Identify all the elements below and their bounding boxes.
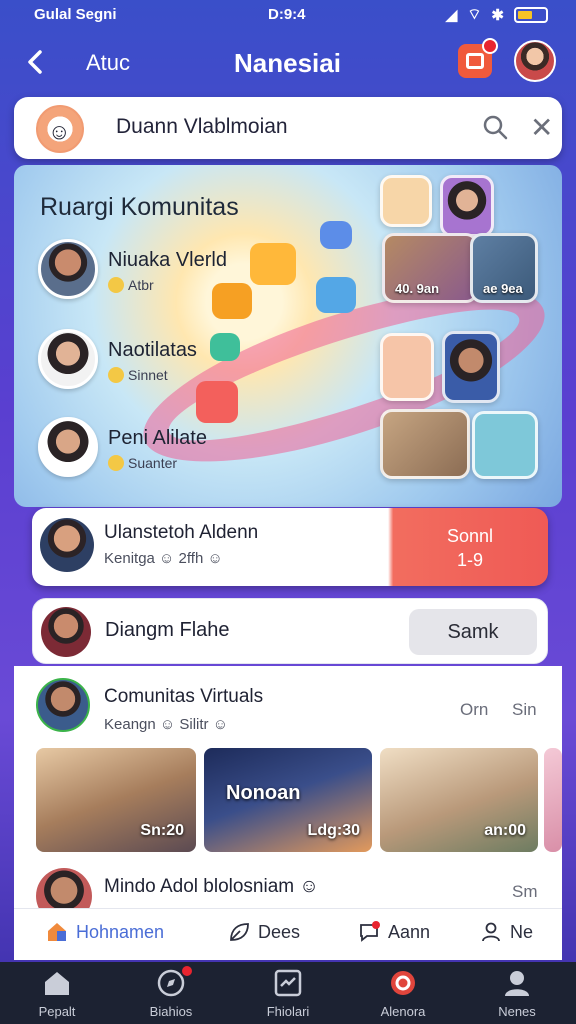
nav-profile[interactable]: Nenes bbox=[472, 968, 562, 1019]
community-name: Mindo Adol blolosniam ☺ bbox=[104, 876, 319, 897]
video-thumbnail[interactable]: Sn:20 bbox=[36, 748, 196, 852]
member-status: Sinnet bbox=[108, 367, 168, 383]
video-thumbnail[interactable]: an:00 bbox=[380, 748, 538, 852]
back-arrow-icon[interactable] bbox=[22, 48, 50, 76]
sticker-tile[interactable] bbox=[380, 175, 432, 227]
chat-bubble-icon bbox=[316, 277, 356, 313]
signal-icon: ◢ bbox=[445, 6, 458, 24]
member-avatar bbox=[38, 329, 98, 389]
image-icon bbox=[274, 969, 302, 997]
carrier-label: Gulal Segni bbox=[34, 6, 117, 23]
clock: D:9:4 bbox=[268, 6, 306, 23]
item-meta: Sm bbox=[512, 882, 538, 901]
search-icon[interactable] bbox=[482, 114, 508, 140]
emoji-icon: ☺ bbox=[159, 716, 176, 733]
wifi-icon: ⌔ bbox=[467, 6, 482, 23]
nav-home[interactable]: Pepalt bbox=[12, 968, 102, 1019]
community-avatar bbox=[36, 678, 90, 732]
item-meta: Orn bbox=[460, 700, 489, 719]
tab-dees[interactable]: Dees bbox=[228, 921, 300, 943]
user-icon bbox=[482, 922, 500, 942]
top-bar: Atuc Nanesiai bbox=[0, 36, 576, 88]
status-bar: Gulal Segni D:9:4 ◢ ⌔ ✱ bbox=[0, 0, 576, 28]
sticker-tile[interactable] bbox=[472, 411, 538, 479]
thumbnail-caption: Ldg:30 bbox=[307, 822, 360, 839]
video-tile[interactable] bbox=[442, 331, 500, 403]
tab-home[interactable]: Hohnamen bbox=[46, 921, 164, 943]
search-icon bbox=[391, 971, 415, 995]
thumbnail-caption: an:00 bbox=[484, 822, 526, 839]
member-name: Peni Alilate bbox=[108, 427, 207, 449]
emoji-icon bbox=[108, 455, 124, 471]
member-name: Naotilatas bbox=[108, 339, 197, 361]
emoji-icon: ☺ bbox=[207, 550, 223, 567]
search-bar[interactable]: ☺ Duann Vlablmoian ✕ bbox=[14, 97, 562, 159]
member-name: Ulanstetoh Aldenn bbox=[104, 522, 259, 543]
list-item[interactable]: Mindo Adol blolosniam ☺ Sm bbox=[14, 866, 562, 924]
member-name: Diangm Flahe bbox=[105, 619, 230, 641]
sticker-tile[interactable] bbox=[380, 333, 434, 401]
join-button[interactable]: Samk bbox=[409, 609, 537, 655]
chat-bubble-icon bbox=[320, 221, 352, 249]
home-icon bbox=[45, 972, 69, 995]
community-name: Comunitas Virtuals bbox=[104, 686, 264, 707]
item-meta: Sin bbox=[512, 700, 537, 719]
status-icons: ◢ ⌔ ✱ bbox=[446, 5, 548, 24]
emoji-icon: ☺ bbox=[159, 550, 175, 567]
profile-avatar[interactable] bbox=[514, 40, 556, 82]
gift-box-icon bbox=[212, 283, 252, 319]
back-label[interactable]: Atuc bbox=[86, 50, 130, 76]
member-name: Niuaka Vlerld bbox=[108, 249, 227, 271]
emoji-icon bbox=[108, 277, 124, 293]
bottom-navigation: Pepalt Biahios Fhiolari Alenora Nenes bbox=[0, 962, 576, 1024]
thumbnail-overlay: Nonoan bbox=[226, 782, 301, 804]
notification-badge bbox=[180, 964, 194, 978]
profile-icon bbox=[505, 971, 529, 996]
video-thumbnail[interactable]: Nonoan Ldg:30 bbox=[204, 748, 372, 852]
member-avatar bbox=[41, 607, 91, 657]
video-tile[interactable]: 40. 9an bbox=[382, 233, 478, 303]
gift-box-icon bbox=[250, 243, 296, 285]
community-hero-banner: Ruargi Komunitas Niuaka Vlerld Atbr Naot… bbox=[14, 165, 562, 507]
page-title: Nanesiai bbox=[234, 48, 341, 78]
member-status: Kenitga ☺ 2ffh ☺ bbox=[104, 550, 223, 567]
bluetooth-icon: ✱ bbox=[491, 6, 504, 24]
emoji-icon: ☺ bbox=[212, 716, 229, 733]
video-tile[interactable]: ae 9ea bbox=[470, 233, 538, 303]
battery-icon bbox=[514, 6, 548, 23]
search-input[interactable]: Duann Vlablmoian bbox=[116, 115, 288, 139]
chat-bubble-icon bbox=[210, 333, 240, 361]
close-icon[interactable]: ✕ bbox=[530, 111, 553, 144]
hero-title: Ruargi Komunitas bbox=[40, 193, 239, 221]
nav-search[interactable]: Alenora bbox=[358, 968, 448, 1019]
emoji-icon: ☺ bbox=[299, 876, 319, 897]
home-icon bbox=[48, 923, 66, 941]
app-logo-icon: ☺ bbox=[36, 105, 84, 153]
member-status: Atbr bbox=[108, 277, 154, 293]
member-avatar bbox=[38, 417, 98, 477]
suggested-member-card[interactable]: Diangm Flahe Samk bbox=[32, 598, 548, 664]
tab-profile[interactable]: Ne bbox=[480, 921, 533, 943]
nav-discover[interactable]: Biahios bbox=[126, 964, 216, 1019]
community-status: Keangn ☺ Silitr ☺ bbox=[104, 716, 229, 733]
video-tile[interactable] bbox=[440, 175, 494, 237]
leaf-icon bbox=[230, 923, 249, 941]
tab-chat[interactable]: Aann bbox=[358, 921, 430, 943]
video-thumbnail[interactable] bbox=[544, 748, 562, 852]
video-tile[interactable] bbox=[380, 409, 470, 479]
featured-member-card[interactable]: Ulanstetoh Aldenn Kenitga ☺ 2ffh ☺ Sonnl… bbox=[32, 508, 548, 586]
thumbnail-caption: Sn:20 bbox=[140, 822, 184, 839]
member-avatar bbox=[40, 518, 94, 572]
tab-bar: Hohnamen Dees Aann Ne bbox=[14, 908, 562, 960]
list-item[interactable]: Comunitas Virtuals Keangn ☺ Silitr ☺ Orn… bbox=[14, 674, 562, 738]
camera-icon bbox=[196, 381, 238, 423]
chat-icon bbox=[360, 921, 380, 942]
nav-gallery[interactable]: Fhiolari bbox=[243, 968, 333, 1019]
member-avatar bbox=[38, 239, 98, 299]
member-status: Suanter bbox=[108, 455, 177, 471]
notification-icon[interactable] bbox=[458, 38, 498, 78]
emoji-icon bbox=[108, 367, 124, 383]
send-button[interactable]: Sonnl 1-9 bbox=[392, 508, 548, 586]
